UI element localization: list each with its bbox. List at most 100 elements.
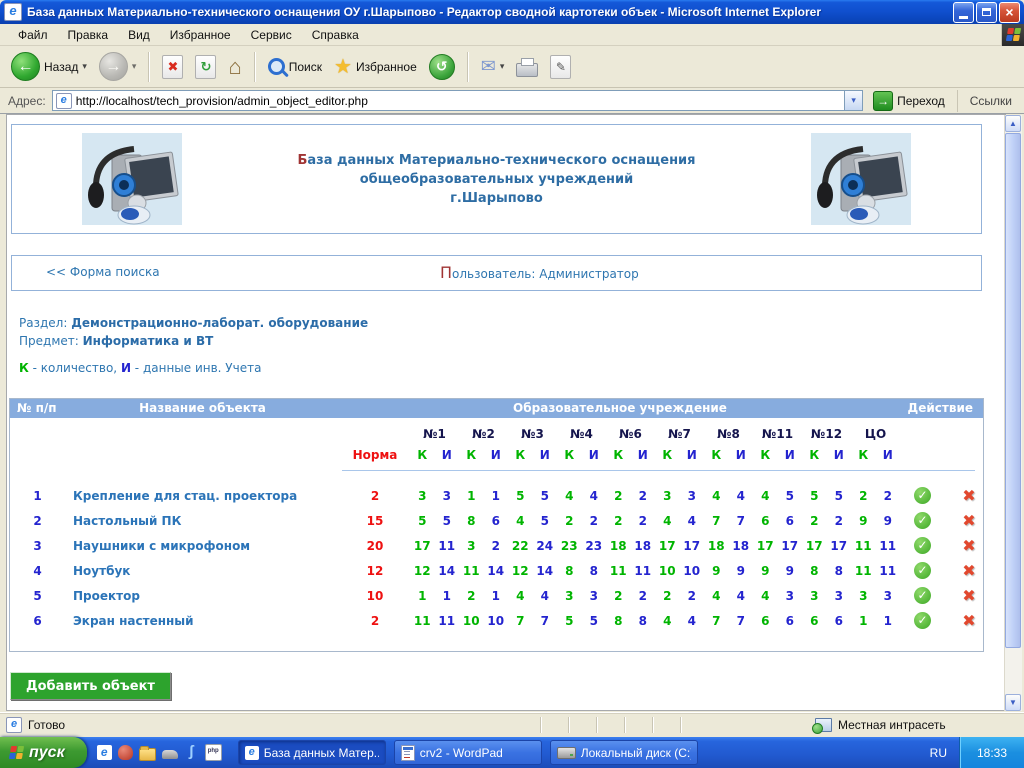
inv-value: 10 <box>680 564 705 578</box>
delete-icon[interactable]: ✖ <box>962 536 975 555</box>
row-number: 1 <box>10 489 65 503</box>
home-button[interactable]: ⌂ <box>223 52 246 82</box>
forward-icon: → <box>99 52 128 81</box>
edit-button[interactable]: ✎ <box>545 53 576 81</box>
qty-value: 4 <box>508 589 533 603</box>
language-indicator[interactable]: RU <box>918 746 959 760</box>
favorites-button[interactable]: ★Избранное <box>329 52 422 81</box>
qty-value: 8 <box>802 564 827 578</box>
page-icon: e <box>56 93 72 109</box>
search-form-link[interactable]: << Форма поиска <box>46 265 160 279</box>
qty-value: 4 <box>557 489 582 503</box>
inv-value: 5 <box>533 489 558 503</box>
object-name: Проектор <box>65 589 340 603</box>
menu-item[interactable]: Вид <box>118 26 160 44</box>
denwer-icon[interactable] <box>118 745 133 760</box>
delete-icon[interactable]: ✖ <box>962 561 975 580</box>
start-button[interactable]: пуск <box>0 737 87 768</box>
qty-value: 7 <box>704 614 729 628</box>
school-header-row: №1№2№3№4№6№7№8№11№12ЦО <box>10 425 983 443</box>
object-name: Экран настенный <box>65 614 340 628</box>
forward-button[interactable]: →▾ <box>94 50 142 83</box>
menu-item[interactable]: Избранное <box>160 26 241 44</box>
confirm-icon[interactable]: ✓ <box>914 487 931 504</box>
qty-value: 2 <box>606 514 631 528</box>
inv-value: 11 <box>876 539 901 553</box>
history-button[interactable]: ↺ <box>424 52 460 82</box>
table-row: 1Крепление для стац. проектора2331155442… <box>10 483 983 508</box>
folder-icon[interactable] <box>139 748 156 761</box>
address-input[interactable]: e http://localhost/tech_provision/admin_… <box>52 90 863 111</box>
taskbar-task-wordpad[interactable]: crv2 - WordPad <box>394 740 542 765</box>
menu-item[interactable]: Файл <box>8 26 58 44</box>
inv-value: 8 <box>827 564 852 578</box>
address-dropdown[interactable]: ▾ <box>844 91 862 110</box>
back-label: Назад <box>44 60 78 74</box>
back-dropdown-icon[interactable]: ▾ <box>82 61 87 72</box>
php-icon[interactable]: php <box>205 744 222 761</box>
object-name: Настольный ПК <box>65 514 340 528</box>
task-label: crv2 - WordPad <box>420 746 503 760</box>
scroll-down-icon[interactable]: ▼ <box>1005 694 1021 711</box>
confirm-icon[interactable]: ✓ <box>914 537 931 554</box>
inv-value: 2 <box>680 589 705 603</box>
browser-viewport: База данных Материально-технического осн… <box>0 114 1024 712</box>
delete-icon[interactable]: ✖ <box>962 511 975 530</box>
address-url: http://localhost/tech_provision/admin_ob… <box>76 94 844 108</box>
confirm-icon[interactable]: ✓ <box>914 512 931 529</box>
school-header: №12 <box>802 427 851 441</box>
go-button[interactable]: → Переход <box>869 90 949 112</box>
back-button[interactable]: ←Назад▾ <box>6 50 92 83</box>
delete-cell: ✖ <box>945 511 993 530</box>
table-row: 3Наушники с микрофоном201711322224232318… <box>10 533 983 558</box>
confirm-cell: ✓ <box>900 612 945 629</box>
confirm-icon[interactable]: ✓ <box>914 562 931 579</box>
scroll-up-icon[interactable]: ▲ <box>1005 115 1021 132</box>
delete-icon[interactable]: ✖ <box>962 486 975 505</box>
ie-icon[interactable]: e <box>97 745 112 760</box>
i-header: И <box>582 448 607 462</box>
history-icon: ↺ <box>429 54 455 80</box>
qty-value: 4 <box>508 514 533 528</box>
inv-value: 18 <box>729 539 754 553</box>
restore-button[interactable] <box>976 2 997 23</box>
inv-value: 11 <box>876 564 901 578</box>
taskbar-task-disk[interactable]: Локальный диск (C:) <box>550 740 698 765</box>
search-button[interactable]: Поиск <box>263 56 327 77</box>
school-header: №4 <box>557 427 606 441</box>
inv-value: 9 <box>778 564 803 578</box>
inv-value: 24 <box>533 539 558 553</box>
section-info: Раздел: Демонстрационно-лаборат. оборудо… <box>19 314 368 350</box>
car-icon[interactable] <box>162 750 178 759</box>
print-button[interactable] <box>511 54 543 79</box>
menu-item[interactable]: Правка <box>58 26 119 44</box>
vertical-scrollbar[interactable]: ▲ ▼ <box>1004 115 1022 711</box>
norm-value: 2 <box>340 614 410 628</box>
delete-icon[interactable]: ✖ <box>962 586 975 605</box>
confirm-icon[interactable]: ✓ <box>914 587 931 604</box>
close-button[interactable]: × <box>999 2 1020 23</box>
scrollbar-thumb[interactable] <box>1005 133 1021 648</box>
add-object-button[interactable]: Добавить объект <box>10 672 171 700</box>
inv-value: 2 <box>631 589 656 603</box>
mail-button[interactable]: ✉▾ <box>476 54 510 79</box>
menu-item[interactable]: Справка <box>302 26 369 44</box>
confirm-icon[interactable]: ✓ <box>914 612 931 629</box>
delete-icon[interactable]: ✖ <box>962 611 975 630</box>
taskbar-task-ie[interactable]: eБаза данных Матер... <box>238 740 386 765</box>
mail-icon: ✉ <box>481 56 496 77</box>
menu-item[interactable]: Сервис <box>241 26 302 44</box>
mail-dropdown-icon[interactable]: ▾ <box>500 61 505 72</box>
swoosh-icon[interactable]: ʃ <box>184 745 199 760</box>
inv-value: 10 <box>484 614 509 628</box>
i-header: И <box>435 448 460 462</box>
refresh-button[interactable]: ↻ <box>190 53 221 81</box>
header-object-name: Название объекта <box>65 401 340 415</box>
qty-value: 1 <box>410 589 435 603</box>
stop-button[interactable]: ✖ <box>157 53 188 81</box>
school-header: ЦО <box>851 427 900 441</box>
qty-value: 5 <box>410 514 435 528</box>
qty-value: 11 <box>606 564 631 578</box>
minimize-button[interactable] <box>953 2 974 23</box>
forward-dropdown-icon[interactable]: ▾ <box>132 61 137 72</box>
